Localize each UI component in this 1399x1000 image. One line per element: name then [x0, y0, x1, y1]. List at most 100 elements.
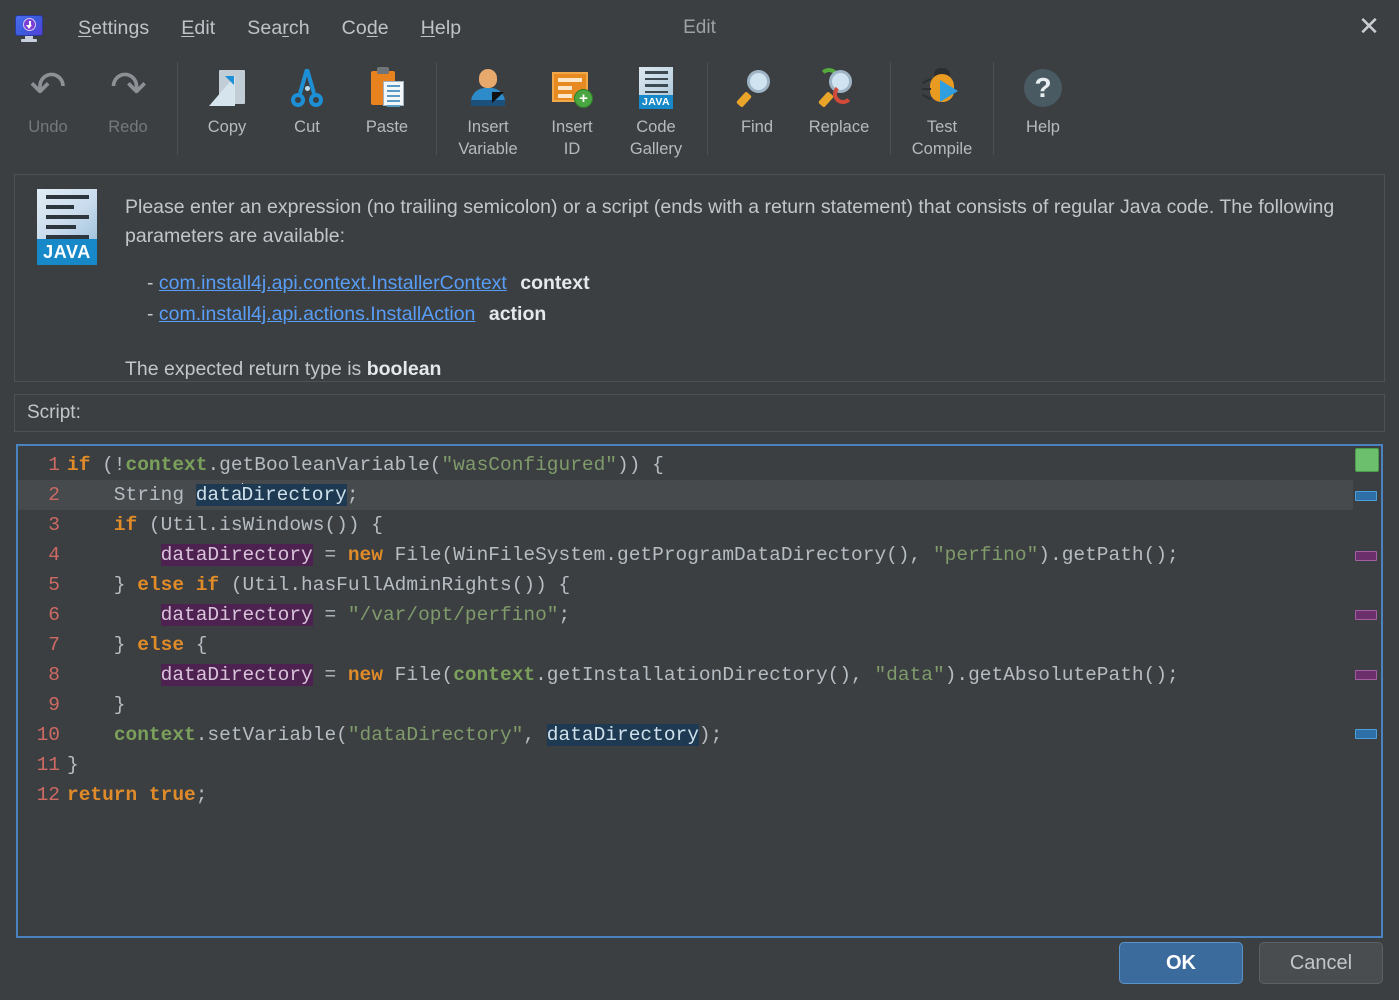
line-number: 11	[36, 754, 60, 776]
bug-run-icon	[918, 64, 966, 112]
line-number: 4	[48, 544, 60, 566]
script-editor[interactable]: 1 if (!context.getBooleanVariable("wasCon…	[16, 444, 1383, 938]
parameter-name-action: action	[488, 303, 547, 325]
toolbar-separator	[993, 62, 994, 155]
code-text[interactable]: } else {	[67, 630, 1353, 660]
copy-label: Copy	[207, 118, 247, 136]
code-text[interactable]: dataDirectory = new File(WinFileSystem.g…	[67, 540, 1353, 570]
menu-item-settings[interactable]: Settings	[62, 13, 165, 44]
error-stripe-marker[interactable]	[1355, 610, 1377, 620]
code-token: dataDirectory	[160, 664, 313, 686]
code-text[interactable]: if (!context.getBooleanVariable("wasConf…	[67, 450, 1353, 480]
close-icon[interactable]: ✕	[1339, 0, 1399, 52]
insert-variable-button[interactable]: Insert Variable	[446, 56, 530, 160]
error-stripe-marker[interactable]	[1355, 551, 1377, 561]
code-line[interactable]: 8 dataDirectory = new File(context.getIn…	[18, 660, 1353, 690]
code-token: File(WinFileSystem.getProgramDataDirecto…	[382, 544, 933, 566]
code-token: ;	[195, 784, 208, 806]
code-token: .setVariable(	[195, 724, 348, 746]
code-gallery-button[interactable]: JAVA Code Gallery	[614, 56, 698, 160]
find-button[interactable]: Find	[717, 56, 797, 156]
question-mark-icon: ?	[1019, 64, 1067, 112]
code-token: context	[113, 724, 196, 746]
menu-item-search[interactable]: Search	[231, 13, 325, 44]
code-line[interactable]: 6 dataDirectory = "/var/opt/perfino";	[18, 600, 1353, 630]
toolbar-separator	[890, 62, 891, 155]
code-token: ).getAbsolutePath();	[944, 664, 1179, 686]
code-text[interactable]: if (Util.isWindows()) {	[67, 510, 1353, 540]
code-token: context	[453, 664, 536, 686]
paste-button[interactable]: Paste	[347, 56, 427, 156]
code-token: {	[184, 634, 208, 656]
parameter-list: - com.install4j.api.context.InstallerCon…	[125, 269, 1364, 329]
info-description: Please enter an expression (no trailing …	[125, 196, 1335, 247]
parameter-type-link-action[interactable]: com.install4j.api.actions.InstallAction	[159, 303, 476, 325]
code-token: .getBooleanVariable(	[207, 454, 442, 476]
cut-label: Cut	[294, 118, 320, 136]
code-token: );	[698, 724, 723, 746]
help-button[interactable]: ? Help	[1003, 56, 1083, 156]
insert-id-button[interactable]: + Insert ID	[530, 56, 614, 160]
code-text[interactable]: }	[67, 750, 1353, 780]
redo-button[interactable]: ↶ Redo	[88, 56, 168, 156]
menu-item-code[interactable]: Code	[326, 13, 405, 44]
code-token: dataDirectory	[160, 544, 313, 566]
error-stripe-marker[interactable]	[1355, 729, 1377, 739]
line-number: 2	[48, 484, 60, 506]
code-text[interactable]: String dataDirectory;	[67, 480, 1353, 510]
replace-button[interactable]: Replace	[797, 56, 881, 156]
line-number: 10	[36, 724, 60, 746]
cancel-button[interactable]: Cancel	[1259, 942, 1383, 984]
code-token: data	[195, 484, 243, 506]
cut-button[interactable]: Cut	[267, 56, 347, 156]
code-token: (!	[90, 454, 126, 476]
code-gallery-label-line1: Code	[636, 118, 676, 136]
code-text[interactable]: } else if (Util.hasFullAdminRights()) {	[67, 570, 1353, 600]
code-text[interactable]: context.setVariable("dataDirectory", dat…	[67, 720, 1353, 750]
code-token: }	[67, 634, 138, 656]
code-area[interactable]: 1 if (!context.getBooleanVariable("wasCon…	[18, 446, 1353, 936]
code-text[interactable]: dataDirectory = "/var/opt/perfino";	[67, 600, 1353, 630]
java-badge-label: JAVA	[37, 239, 97, 265]
code-line[interactable]: 7 } else {	[18, 630, 1353, 660]
code-line[interactable]: 1 if (!context.getBooleanVariable("wasCon…	[18, 450, 1353, 480]
code-text[interactable]: dataDirectory = new File(context.getInst…	[67, 660, 1353, 690]
code-line[interactable]: 12 return true;	[18, 780, 1353, 810]
ok-button[interactable]: OK	[1119, 942, 1243, 984]
error-stripe-marker[interactable]	[1355, 670, 1377, 680]
code-line[interactable]: 9 }	[18, 690, 1353, 720]
copy-button[interactable]: Copy	[187, 56, 267, 156]
code-token: }	[67, 574, 138, 596]
error-stripe-marker[interactable]	[1355, 491, 1377, 501]
code-text[interactable]: }	[67, 690, 1353, 720]
undo-button[interactable]: ↶ Undo	[8, 56, 88, 156]
menu-item-edit[interactable]: Edit	[165, 13, 231, 44]
menu-item-help[interactable]: Help	[405, 13, 478, 44]
code-line[interactable]: 2 String dataDirectory;	[18, 480, 1353, 510]
help-label: Help	[1026, 118, 1060, 136]
code-token: =	[312, 604, 348, 626]
code-token: ,	[523, 724, 547, 746]
insert-id-label-line2: ID	[563, 140, 581, 158]
code-line[interactable]: 5 } else if (Util.hasFullAdminRights()) …	[18, 570, 1353, 600]
return-type-value: boolean	[366, 358, 442, 380]
code-gallery-label-line2: Gallery	[629, 140, 683, 158]
error-stripe-gutter[interactable]	[1353, 446, 1381, 936]
menu-bar: Settings Edit Search Code Help	[62, 13, 477, 44]
parameter-type-link-context[interactable]: com.install4j.api.context.InstallerConte…	[159, 272, 507, 294]
code-line[interactable]: 4 dataDirectory = new File(WinFileSystem…	[18, 540, 1353, 570]
code-line[interactable]: 10 context.setVariable("dataDirectory", …	[18, 720, 1353, 750]
code-line[interactable]: 3 if (Util.isWindows()) {	[18, 510, 1353, 540]
test-compile-button[interactable]: Test Compile	[900, 56, 984, 160]
bullet-dash: -	[147, 272, 154, 294]
card-plus-icon: +	[548, 64, 596, 112]
code-line[interactable]: 11}	[18, 750, 1353, 780]
error-stripe-marker[interactable]	[1355, 448, 1379, 472]
code-token: "perfino"	[932, 544, 1039, 566]
code-token: else	[137, 634, 185, 656]
redo-arrow-icon: ↶	[109, 63, 147, 112]
code-text[interactable]: return true;	[67, 780, 1353, 810]
